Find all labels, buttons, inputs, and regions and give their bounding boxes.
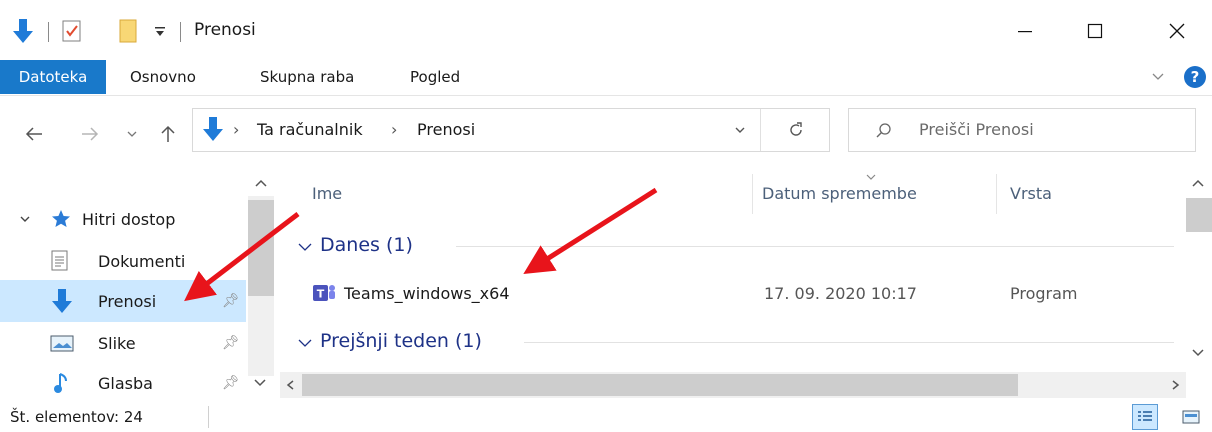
forward-button[interactable]	[78, 122, 102, 146]
nav-scroll-down-icon[interactable]	[252, 376, 268, 394]
scroll-right-icon[interactable]	[1168, 378, 1182, 396]
tab-share[interactable]: Skupna raba	[260, 60, 354, 94]
group-header-last-week[interactable]: Prejšnji teden (1)	[320, 330, 482, 352]
pin-icon[interactable]: 📌︎	[222, 293, 240, 309]
tab-home[interactable]: Osnovno	[130, 60, 196, 94]
sidebar-item-downloads[interactable]: Prenosi 📌︎	[0, 280, 246, 322]
pin-icon[interactable]: 📌︎	[222, 375, 240, 391]
nav-scrollbar-thumb[interactable]	[248, 200, 274, 296]
column-header-type[interactable]: Vrsta	[1010, 184, 1052, 203]
navigation-pane: Hitri dostop Dokumenti Prenosi 📌︎ Slike …	[0, 170, 276, 402]
address-dropdown-icon[interactable]	[733, 123, 747, 141]
title-bar: Prenosi	[0, 0, 1212, 60]
help-icon[interactable]: ?	[1184, 66, 1206, 88]
properties-icon[interactable]	[60, 16, 84, 46]
file-type: Program	[1010, 284, 1078, 303]
download-arrow-icon	[50, 287, 74, 319]
details-view-button[interactable]	[1132, 404, 1158, 430]
breadcrumb-downloads[interactable]: Prenosi	[417, 120, 475, 139]
sidebar-item-label: Glasba	[98, 373, 153, 393]
column-header-name[interactable]: Ime	[312, 184, 342, 203]
customize-toolbar-icon[interactable]	[152, 16, 168, 46]
vertical-scrollbar-thumb[interactable]	[1186, 198, 1212, 232]
column-divider[interactable]	[752, 174, 753, 214]
scroll-down-icon[interactable]	[1190, 346, 1206, 364]
horizontal-scrollbar-thumb[interactable]	[302, 374, 1018, 396]
sidebar-item-documents[interactable]: Dokumenti	[0, 240, 246, 282]
close-button[interactable]	[1154, 12, 1200, 50]
minimize-button[interactable]	[1002, 12, 1048, 50]
recent-locations-chevron-icon[interactable]	[120, 122, 144, 146]
downloads-location-icon	[201, 115, 225, 147]
up-button[interactable]	[156, 122, 180, 146]
search-placeholder: Preišči Prenosi	[919, 120, 1034, 139]
search-icon	[875, 122, 893, 144]
toolbar-separator	[180, 22, 181, 42]
star-icon	[50, 208, 72, 234]
sidebar-item-label: Dokumenti	[98, 251, 186, 271]
group-divider	[524, 342, 1174, 343]
group-divider	[456, 246, 1174, 247]
sidebar-item-music[interactable]: Glasba 📌︎	[0, 362, 266, 404]
refresh-icon[interactable]	[787, 121, 805, 143]
quick-access-label: Hitri dostop	[82, 209, 176, 229]
large-icons-view-button[interactable]	[1178, 404, 1204, 430]
back-button[interactable]	[22, 122, 46, 146]
toolbar-separator	[48, 22, 49, 42]
sidebar-item-label: Prenosi	[98, 291, 157, 311]
group-chevron-icon[interactable]	[296, 240, 314, 258]
ribbon-tabs: Datoteka Osnovno Skupna raba Pogled ?	[0, 60, 1212, 96]
status-divider	[208, 406, 209, 428]
group-chevron-icon[interactable]	[296, 336, 314, 354]
maximize-button[interactable]	[1072, 12, 1118, 50]
file-row[interactable]: T Teams_windows_x64 17. 09. 2020 10:17 P…	[280, 274, 1186, 314]
teams-icon: T	[312, 282, 336, 308]
file-date: 17. 09. 2020 10:17	[764, 284, 917, 303]
new-folder-icon[interactable]	[118, 16, 140, 46]
scroll-left-icon[interactable]	[284, 378, 298, 396]
breadcrumb-separator[interactable]: ›	[391, 120, 397, 139]
quick-access-item[interactable]: Hitri dostop	[0, 198, 246, 240]
breadcrumb-this-pc[interactable]: Ta računalnik	[257, 120, 363, 139]
address-divider	[760, 109, 761, 151]
file-list: Ime Datum spremembe Vrsta Danes (1) T Te…	[280, 166, 1212, 402]
tab-file[interactable]: Datoteka	[0, 60, 106, 94]
navigation-row: › Ta računalnik › Prenosi Preišči Prenos…	[0, 96, 1212, 166]
pin-icon[interactable]: 📌︎	[222, 335, 240, 351]
music-icon	[52, 371, 72, 399]
chevron-down-icon[interactable]	[18, 212, 32, 230]
file-name: Teams_windows_x64	[344, 284, 510, 303]
column-divider[interactable]	[996, 174, 997, 214]
download-arrow-icon[interactable]	[10, 16, 36, 46]
column-header-date[interactable]: Datum spremembe	[762, 184, 917, 203]
sidebar-item-pictures[interactable]: Slike 📌︎	[0, 322, 246, 364]
tab-view[interactable]: Pogled	[410, 60, 460, 94]
group-header-today[interactable]: Danes (1)	[320, 234, 413, 256]
item-count: Št. elementov: 24	[10, 408, 143, 426]
window-title: Prenosi	[194, 20, 256, 40]
sidebar-item-label: Slike	[98, 333, 136, 353]
scroll-up-icon[interactable]	[1190, 176, 1206, 194]
search-input[interactable]: Preišči Prenosi	[848, 108, 1196, 152]
breadcrumb-separator[interactable]: ›	[233, 120, 239, 139]
ribbon-expand-icon[interactable]	[1150, 68, 1166, 88]
document-icon	[50, 249, 70, 277]
pictures-icon	[50, 334, 74, 358]
address-bar[interactable]: › Ta računalnik › Prenosi	[192, 108, 830, 152]
svg-text:T: T	[317, 288, 325, 301]
